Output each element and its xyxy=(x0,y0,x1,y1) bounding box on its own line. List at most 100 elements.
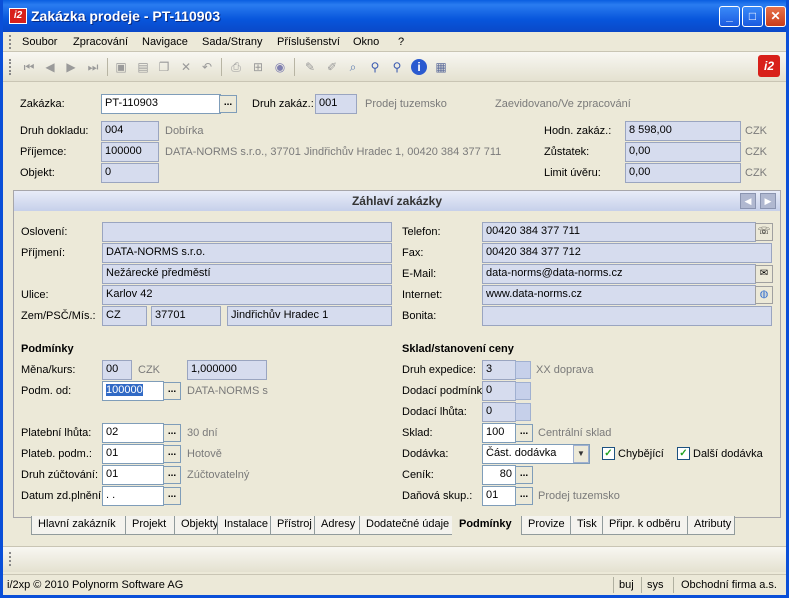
tab-hlavni-zakaznik[interactable]: Hlavní zakázník xyxy=(31,516,126,535)
edit-icon[interactable]: ✎ xyxy=(302,59,318,75)
internet-field[interactable]: www.data-norms.cz xyxy=(482,285,756,305)
tab-tisk[interactable]: Tisk xyxy=(570,516,603,535)
menu-okno[interactable]: Okno xyxy=(353,36,379,48)
dodaci-podm-dropdown[interactable] xyxy=(515,382,531,400)
plateb-podm-input[interactable]: 01 xyxy=(102,444,164,464)
podm-od-input[interactable]: 100000 xyxy=(102,381,164,401)
misto-field[interactable]: Jindřichův Hradec 1 xyxy=(227,306,392,326)
sklad-input[interactable]: 100 xyxy=(482,423,516,443)
bottom-toolbar-grip[interactable] xyxy=(9,552,12,566)
prijmeni-label: Příjmení: xyxy=(21,247,66,259)
mena-field[interactable]: 00 xyxy=(102,360,132,380)
calculator-icon[interactable]: ▦ xyxy=(433,59,449,75)
danova-input[interactable]: 01 xyxy=(482,486,516,506)
hodn-currency: CZK xyxy=(745,125,767,137)
dodaci-podm-field[interactable]: 0 xyxy=(482,381,516,401)
info-icon[interactable]: i xyxy=(411,59,427,75)
tab-bar: Hlavní zakázník Projekt Objekty Instalac… xyxy=(11,516,781,536)
save-icon[interactable]: ▣ xyxy=(113,59,129,75)
druh-exp-field[interactable]: 3 xyxy=(482,360,516,380)
tab-pripr-k-odberu[interactable]: Připr. k odběru xyxy=(602,516,688,535)
next-record-icon[interactable]: ▶ xyxy=(63,59,79,75)
last-record-icon[interactable]: ⏭ xyxy=(85,59,101,75)
plateb-podm-lookup-button[interactable]: ... xyxy=(163,445,181,463)
first-record-icon[interactable]: ⏮ xyxy=(21,59,37,75)
tab-adresy[interactable]: Adresy xyxy=(314,516,360,535)
edit-all-icon[interactable]: ✐ xyxy=(324,59,340,75)
phone-icon[interactable]: ☏ xyxy=(755,223,773,241)
toolbar: ⏮ ◀ ▶ ⏭ ▣ ▤ ❐ ✕ ↶ ⎙ ⊞ ◉ ✎ ✐ ⌕ ⚲ ⚲ i ▦ xyxy=(3,52,786,82)
menu-sada-strany[interactable]: Sada/Strany xyxy=(202,36,263,48)
panel-prev-icon[interactable]: ◀ xyxy=(740,193,756,209)
menu-zpracovani[interactable]: Zpracování xyxy=(73,36,128,48)
plat-lhuta-input[interactable]: 02 xyxy=(102,423,164,443)
tab-instalace[interactable]: Instalace xyxy=(217,516,271,535)
prev-record-icon[interactable]: ◀ xyxy=(42,59,58,75)
print-icon[interactable]: ⎙ xyxy=(228,59,244,75)
undo-icon[interactable]: ↶ xyxy=(199,59,215,75)
tab-pristroj[interactable]: Přístroj xyxy=(270,516,315,535)
minimize-button[interactable]: _ xyxy=(719,6,740,27)
zakazka-input[interactable]: PT-110903 xyxy=(101,94,221,114)
globe-icon[interactable]: ◍ xyxy=(755,286,773,304)
objekt-field: 0 xyxy=(101,163,159,183)
prijmeni-field-2[interactable]: Nežárecké předměstí xyxy=(102,264,392,284)
tab-dodatecne-udaje[interactable]: Dodatečné údaje xyxy=(359,516,453,535)
podm-od-lookup-button[interactable]: ... xyxy=(163,382,181,400)
druh-zuct-input[interactable]: 01 xyxy=(102,465,164,485)
new-icon[interactable]: ▤ xyxy=(135,59,151,75)
menu-navigace[interactable]: Navigace xyxy=(142,36,188,48)
search-icon[interactable]: ⚲ xyxy=(367,59,383,75)
toolbar-grip[interactable] xyxy=(9,59,12,75)
ulice-field[interactable]: Karlov 42 xyxy=(102,285,392,305)
zem-field[interactable]: CZ xyxy=(102,306,147,326)
chevron-down-icon[interactable]: ▼ xyxy=(573,445,589,463)
osloveni-field[interactable] xyxy=(102,222,392,242)
refresh-icon[interactable]: ◉ xyxy=(272,59,288,75)
search-list-icon[interactable]: ⚲ xyxy=(389,59,405,75)
druh-zuct-lookup-button[interactable]: ... xyxy=(163,466,181,484)
tab-podminky[interactable]: Podmínky xyxy=(452,516,522,536)
email-icon[interactable]: ✉ xyxy=(755,265,773,283)
panel-next-icon[interactable]: ▶ xyxy=(760,193,776,209)
danova-lookup-button[interactable]: ... xyxy=(515,487,533,505)
bonita-field[interactable] xyxy=(482,306,772,326)
menu-soubor[interactable]: Soubor xyxy=(22,36,57,48)
maximize-button[interactable]: □ xyxy=(742,6,763,27)
datum-input[interactable]: . . xyxy=(102,486,164,506)
druh-exp-dropdown[interactable] xyxy=(515,361,531,379)
tree-icon[interactable]: ⊞ xyxy=(250,59,266,75)
kurs-field[interactable]: 1,000000 xyxy=(187,360,267,380)
datum-picker-button[interactable]: ... xyxy=(163,487,181,505)
plat-lhuta-label: Platební lhůta: xyxy=(21,427,92,439)
menu-grip[interactable] xyxy=(9,35,12,49)
title-bar[interactable]: i2 Zakázka prodeje - PT-110903 _ □ ✕ xyxy=(3,0,786,32)
search-edit-icon[interactable]: ⌕ xyxy=(345,59,361,75)
druh-exp-label: Druh expedice: xyxy=(402,364,476,376)
cenik-input[interactable]: 80 xyxy=(482,465,516,485)
prijmeni-field[interactable]: DATA-NORMS s.r.o. xyxy=(102,243,392,263)
tab-atributy[interactable]: Atributy xyxy=(687,516,735,535)
delete-icon[interactable]: ✕ xyxy=(178,59,194,75)
email-field[interactable]: data-norms@data-norms.cz xyxy=(482,264,756,284)
brand-logo-icon: i2 xyxy=(758,55,780,77)
dalsi-dodavka-checkbox[interactable]: ✓ xyxy=(677,447,690,460)
dodaci-lhuta-field[interactable]: 0 xyxy=(482,402,516,422)
psc-field[interactable]: 37701 xyxy=(151,306,221,326)
tab-projekt[interactable]: Projekt xyxy=(125,516,175,535)
zakazka-lookup-button[interactable]: ... xyxy=(219,95,237,113)
chybejici-checkbox[interactable]: ✓ xyxy=(602,447,615,460)
plat-lhuta-lookup-button[interactable]: ... xyxy=(163,424,181,442)
tab-provize[interactable]: Provize xyxy=(521,516,571,535)
cenik-lookup-button[interactable]: ... xyxy=(515,466,533,484)
menu-prislusenstvi[interactable]: Příslušenství xyxy=(277,36,340,48)
podm-od-text: DATA-NORMS s xyxy=(187,385,268,397)
menu-help[interactable]: ? xyxy=(398,36,404,48)
tab-objekty[interactable]: Objekty xyxy=(174,516,218,535)
telefon-field[interactable]: 00420 384 377 711 xyxy=(482,222,756,242)
sklad-lookup-button[interactable]: ... xyxy=(515,424,533,442)
dodaci-lhuta-dropdown[interactable] xyxy=(515,403,531,421)
close-button[interactable]: ✕ xyxy=(765,6,786,27)
copy-icon[interactable]: ❐ xyxy=(156,59,172,75)
fax-field[interactable]: 00420 384 377 712 xyxy=(482,243,772,263)
